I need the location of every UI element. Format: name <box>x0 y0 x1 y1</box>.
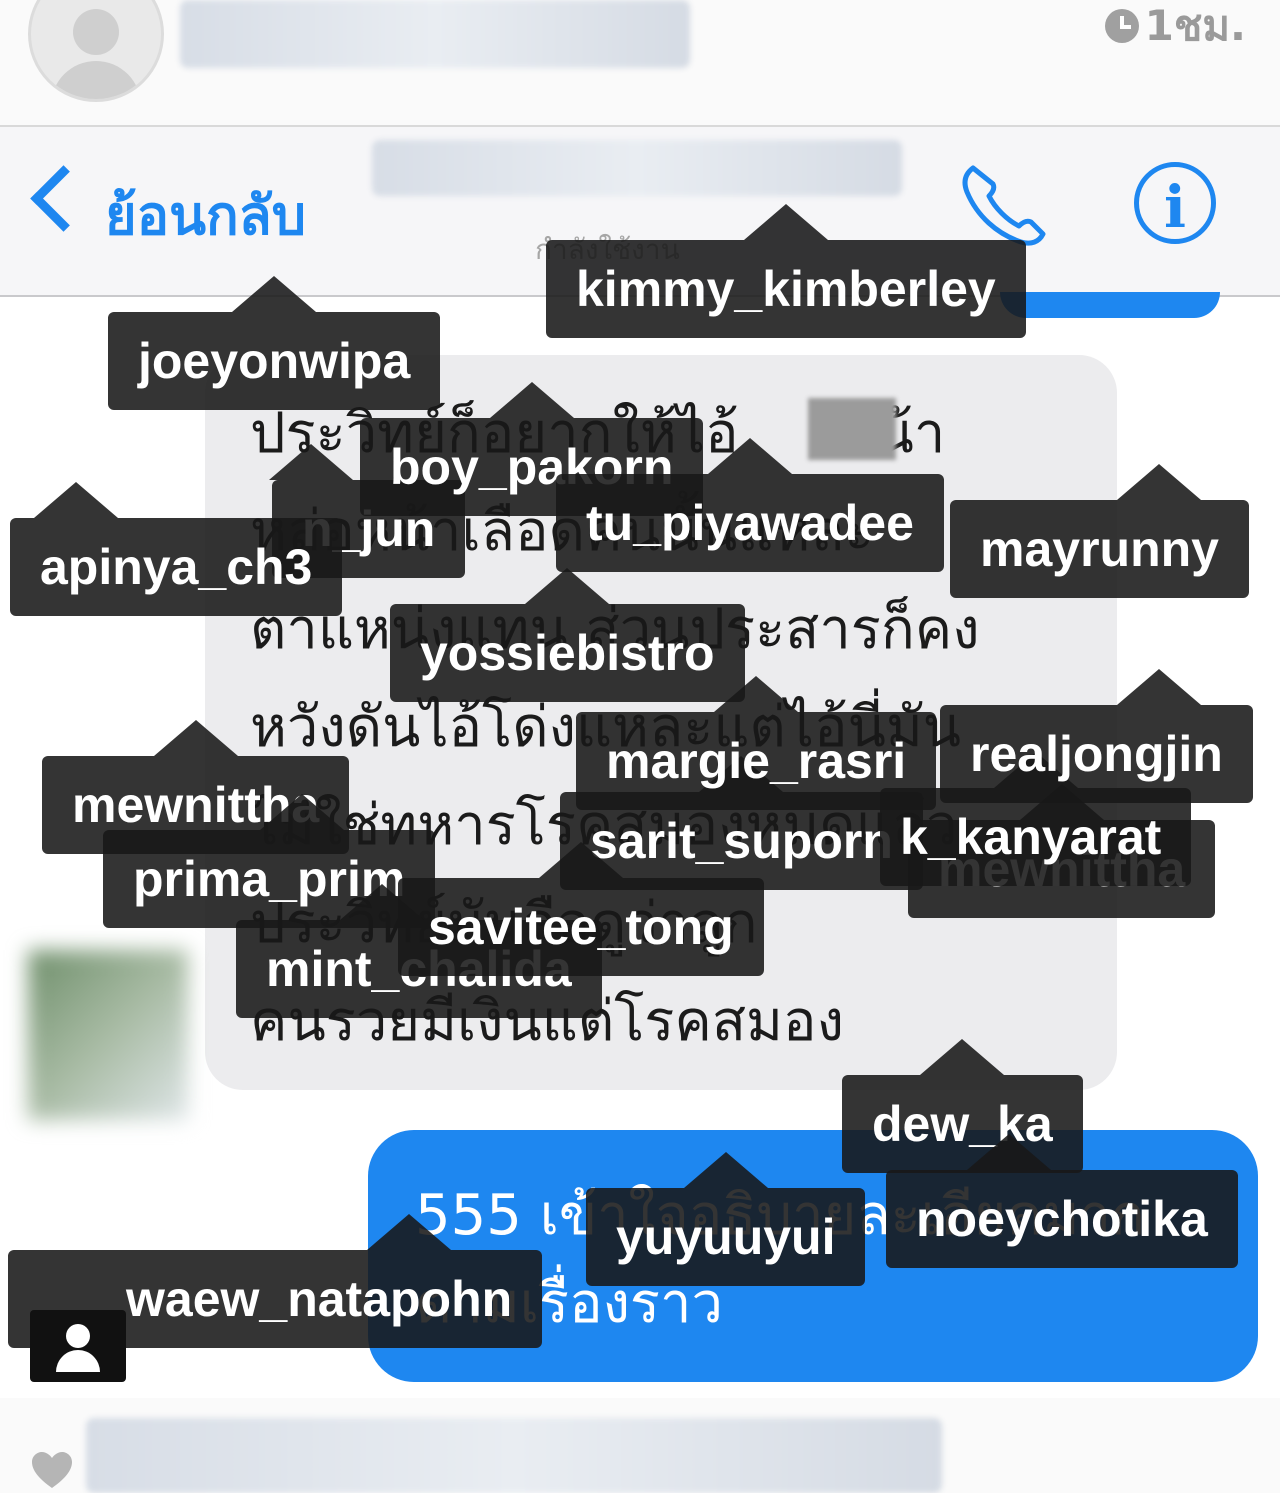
blurred-likes <box>86 1418 942 1493</box>
info-icon[interactable]: i <box>1134 162 1216 244</box>
user-tag[interactable]: noeychotika <box>886 1134 1238 1268</box>
user-tag[interactable]: joeyonwipa <box>108 276 441 410</box>
user-tag[interactable]: apinya_ch3 <box>10 482 343 616</box>
user-tag[interactable]: yuyuuyui <box>586 1152 866 1286</box>
user-tag[interactable]: mayrunny <box>950 464 1249 598</box>
post-time-label: 1ชม. <box>1144 1 1246 50</box>
censored-name <box>808 398 896 460</box>
user-tag[interactable]: margie_rasri <box>576 676 937 810</box>
back-button[interactable]: ย้อนกลับ <box>105 172 306 258</box>
heart-icon[interactable] <box>30 1450 74 1490</box>
phone-icon[interactable] <box>955 160 1055 250</box>
sender-avatar[interactable] <box>28 950 188 1120</box>
post-timestamp: 1ชม. <box>1104 0 1246 52</box>
clock-icon <box>1104 9 1139 43</box>
blurred-contact-name <box>372 140 902 196</box>
user-tag[interactable]: tu_piyawadee <box>556 438 944 572</box>
previous-sent-bubble <box>1000 292 1220 318</box>
user-tag-icon[interactable] <box>30 1310 126 1382</box>
user-tag[interactable]: kimmy_kimberley <box>546 204 1026 338</box>
user-tag[interactable]: savitee_tong <box>398 842 764 976</box>
user-tag[interactable]: yossiebistro <box>390 568 745 702</box>
blurred-username <box>180 0 690 68</box>
user-tag[interactable]: realjongjin <box>940 669 1253 803</box>
